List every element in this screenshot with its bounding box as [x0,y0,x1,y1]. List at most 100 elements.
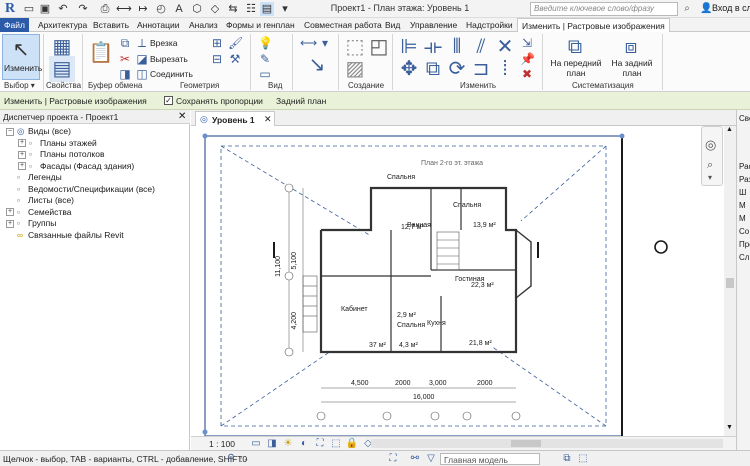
paste-icon[interactable]: 📋 [88,40,114,66]
tree-item[interactable]: Планы потолков [40,149,104,160]
join-label[interactable]: Соединить [150,69,193,79]
draw-order-value[interactable]: Задний план [276,96,326,106]
demolish-icon[interactable]: ⚒ [228,52,242,66]
create-parts-icon[interactable]: ◰ [366,34,392,60]
crop-view-icon[interactable]: ⛶ [313,437,327,451]
bring-to-front-icon[interactable]: ⧉ [562,34,588,60]
tree-item[interactable]: Планы этажей [40,138,97,149]
copy-icon[interactable]: ⧉ [118,36,132,50]
redo-icon[interactable]: ↷ [76,2,90,16]
tree-toggle[interactable]: + [6,208,14,216]
hide-icon[interactable]: ▭ [258,67,272,81]
chevron-down-icon[interactable]: ▾ [708,173,712,182]
select-links-icon[interactable]: ⬚ [576,452,590,466]
scroll-down-icon[interactable]: ▼ [726,424,733,431]
tab-file[interactable]: Файл [0,18,29,32]
tab-massing[interactable]: Формы и генплан [222,18,299,32]
print-icon[interactable]: ⎙ [98,2,112,16]
scale-icon[interactable]: ⇲ [520,36,534,50]
tree-item[interactable]: Семейства [28,207,71,218]
undo-icon[interactable]: ↶ [56,2,70,16]
tab-collaborate[interactable]: Совместная работа [300,18,386,32]
array-icon[interactable]: ⁞ [492,56,518,82]
measure-icon[interactable]: ⟷ [116,2,132,16]
qat-menu-icon[interactable]: ▾ [278,2,292,16]
save-icon[interactable]: ▣ [38,2,52,16]
create-group-icon[interactable]: ▨ [342,56,368,82]
3d-view-icon[interactable]: ⬡ [190,2,204,16]
grip-handle[interactable] [202,133,208,139]
tree-item[interactable]: Листы (все) [28,195,74,206]
tree-item[interactable]: Фасады (Фасад здания) [40,161,134,172]
horizontal-scrollbar[interactable] [371,439,723,448]
scroll-up-icon[interactable]: ▲ [726,126,733,133]
tree-toggle[interactable]: + [18,162,26,170]
visual-style-icon[interactable]: ◨ [265,437,279,451]
search-icon[interactable]: ⌕ [680,2,694,16]
tree-toggle[interactable]: + [18,139,26,147]
tree-item[interactable]: Связанные файлы Revit [28,230,124,241]
tab-addins[interactable]: Надстройки [462,18,517,32]
text-icon[interactable]: A [172,2,186,16]
rotate-icon[interactable]: ⟳ [444,56,470,82]
grip-handle[interactable] [202,429,208,435]
elevation-icon[interactable]: ⇆ [226,2,240,16]
tree-item[interactable]: Ведомости/Спецификации (все) [28,184,155,195]
pen-icon[interactable]: ✎ [258,52,272,66]
lock-proportions-label[interactable]: Сохранять пропорции [176,96,263,106]
measure-tool-icon[interactable]: ⟷ [300,36,317,50]
lock-proportions-checkbox[interactable]: ✓ [164,96,173,105]
show-crop-icon[interactable]: ⬚ [329,437,343,451]
close-icon[interactable]: ✕ [178,111,186,122]
links-icon[interactable]: ⚯ [408,452,422,466]
grip-handle[interactable] [619,133,625,139]
worksets-icon[interactable]: ⚲ [224,452,238,466]
zoom-icon[interactable]: ⌕ [707,159,713,172]
tab-modify-raster[interactable]: Изменить | Растровые изображения [517,18,670,32]
drawing-canvas[interactable]: План 2-го эт. этажа Спальня Спальня Ванн… [191,126,736,436]
tab-architecture[interactable]: Архитектура [34,18,91,32]
cut-icon[interactable]: ✂ [118,52,132,66]
wall-joins-icon[interactable]: ⊞ [210,36,224,50]
bring-to-front-label[interactable]: На передний план [548,58,604,78]
scale-value[interactable]: 1 : 100 [209,439,235,449]
cope-icon[interactable]: ⟂ [135,36,149,50]
active-model-select[interactable]: Главная модель [440,453,540,465]
sun-path-icon[interactable]: ☀ [281,437,295,451]
close-icon[interactable]: ✕ [264,114,272,125]
login-label[interactable]: Вход в слу [712,3,750,13]
filter-icon[interactable]: ▽ [424,452,438,466]
app-logo[interactable]: R [2,1,18,17]
pin-icon[interactable]: 📌 [520,52,535,66]
section-icon[interactable]: ◇ [208,2,222,16]
tab-manage[interactable]: Управление [406,18,461,32]
tab-level-1[interactable]: ◎ Уровень 1 ✕ [195,111,275,126]
open-icon[interactable]: ▭ [22,2,36,16]
move-icon[interactable]: ✥ [396,56,422,82]
cope-label[interactable]: Врезка [150,38,177,48]
cut-geometry-icon[interactable]: ◪ [135,52,149,66]
editable-only-icon[interactable]: ⧉ [560,452,574,466]
send-to-back-label[interactable]: На задний план [604,58,660,78]
tree-toggle[interactable]: + [18,150,26,159]
vertical-scrollbar[interactable]: ▲ ▼ [724,126,736,436]
select-group-label[interactable]: Выбор ▾ [4,81,35,90]
match-type-icon[interactable]: ◨ [118,67,132,81]
scroll-thumb[interactable] [511,440,541,447]
user-icon[interactable]: 👤 [700,2,712,16]
tab-annotate[interactable]: Аннотации [133,18,184,32]
tab-analyze[interactable]: Анализ [185,18,222,32]
lock-view-icon[interactable]: 🔒 [345,437,359,451]
tab-insert[interactable]: Вставить [89,18,133,32]
design-options-icon[interactable]: ⛶ [386,452,400,466]
switch-windows-icon[interactable]: ▤ [260,2,274,16]
dimension-icon[interactable]: ↦ [136,2,150,16]
split-face-icon[interactable]: ⊟ [210,52,224,66]
delete-icon[interactable]: ✖ [520,67,534,81]
paint-icon[interactable]: 🖌 [228,36,243,50]
close-hidden-icon[interactable]: ☷ [244,2,258,16]
tab-view[interactable]: Вид [381,18,404,32]
scroll-thumb[interactable] [726,278,734,288]
send-to-back-icon[interactable]: ⧈ [618,34,644,60]
detail-level-icon[interactable]: ▭ [249,437,263,451]
